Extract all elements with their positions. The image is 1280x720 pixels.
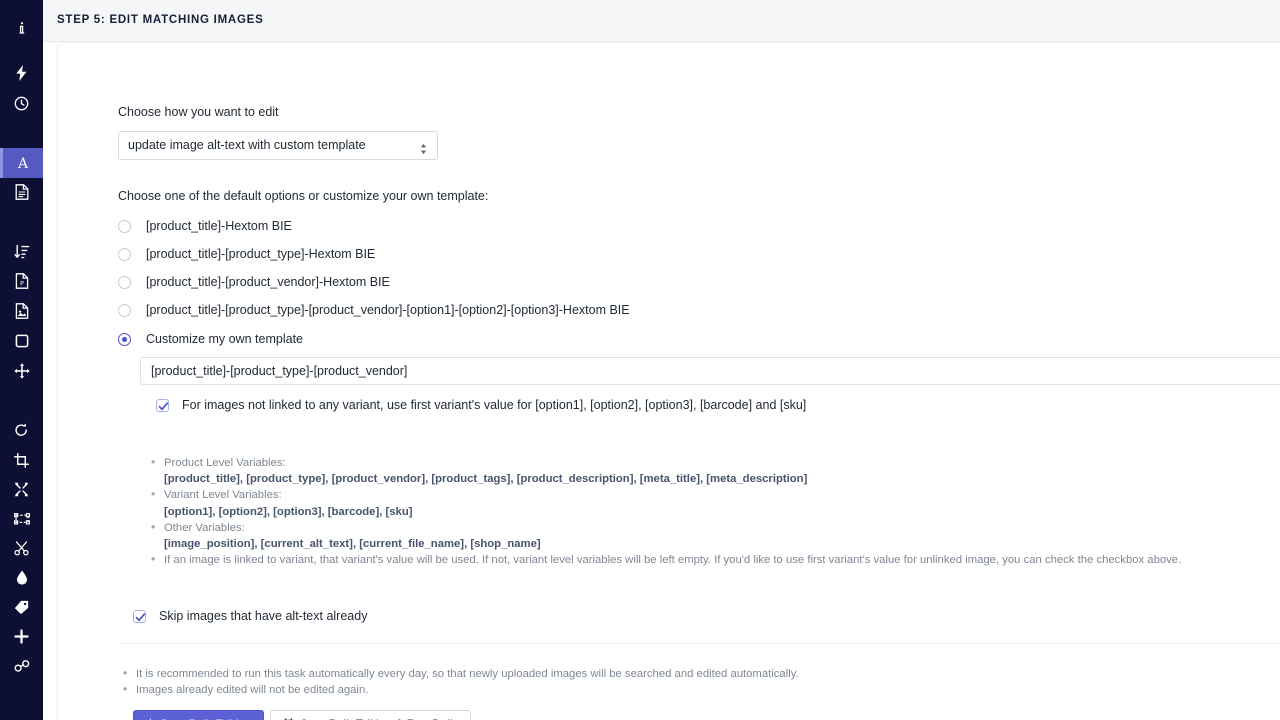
- file-pdf-icon: P: [15, 273, 29, 289]
- template-options-label: Choose one of the default options or cus…: [118, 190, 488, 203]
- first-variant-checkbox-row[interactable]: For images not linked to any variant, us…: [156, 398, 806, 412]
- main-content: STEP 5: EDIT MATCHING IMAGES Choose how …: [43, 0, 1280, 720]
- template-radio-label-3: [product_title]-[product_type]-[product_…: [146, 303, 630, 317]
- info-icon: [15, 21, 29, 35]
- sidebar-item-rotate[interactable]: [0, 416, 43, 444]
- sidebar-item-file-pdf[interactable]: P: [0, 267, 43, 295]
- edit-settings-card: Choose how you want to edit update image…: [58, 43, 1280, 720]
- lightning-icon: [15, 65, 28, 81]
- template-radio-row-0[interactable]: [product_title]-Hextom BIE: [118, 217, 292, 235]
- edit-mode-select-wrapper: update image alt-text with custom templa…: [118, 131, 438, 160]
- sidebar-item-plus[interactable]: [0, 622, 43, 650]
- variable-group-title-2: Other Variables:: [150, 520, 1270, 536]
- tag-icon: [14, 600, 29, 615]
- template-radio-label-4: Customize my own template: [146, 332, 303, 346]
- sidebar-item-expand[interactable]: [0, 475, 43, 503]
- variables-help-list: Product Level Variables:[product_title],…: [150, 455, 1270, 568]
- custom-template-input[interactable]: [140, 357, 1280, 385]
- template-radio-row-3[interactable]: [product_title]-[product_type]-[product_…: [118, 301, 630, 319]
- edit-mode-label: Choose how you want to edit: [118, 106, 279, 119]
- expand-icon: [14, 482, 29, 497]
- template-radio-3[interactable]: [118, 304, 131, 317]
- start-bulk-editing-run-daily-button[interactable]: Start Bulk Editing & Run Daily: [270, 710, 471, 720]
- sidebar-item-move[interactable]: [0, 357, 43, 385]
- rotate-icon: [14, 423, 29, 438]
- edit-mode-select-value: update image alt-text with custom templa…: [128, 138, 366, 152]
- edit-mode-select[interactable]: update image alt-text with custom templa…: [118, 131, 438, 160]
- square-icon: [15, 334, 29, 348]
- file-doc-icon: [15, 184, 29, 200]
- footer-note-1: Images already edited will not be edited…: [122, 682, 1222, 698]
- action-button-row: Start Bulk Editing Start Bulk Editing & …: [133, 710, 471, 720]
- app-root: AP STEP 5: EDIT MATCHING IMAGES Choose h…: [0, 0, 1280, 720]
- sidebar-item-tag[interactable]: [0, 593, 43, 621]
- skip-existing-checkbox[interactable]: [133, 610, 146, 623]
- transform-icon: [14, 512, 30, 526]
- sidebar-item-lightning[interactable]: [0, 59, 43, 87]
- move-icon: [14, 363, 30, 379]
- template-radio-row-1[interactable]: [product_title]-[product_type]-Hextom BI…: [118, 245, 375, 263]
- sidebar-item-file-image[interactable]: [0, 297, 43, 325]
- section-divider: [118, 643, 1280, 644]
- skip-existing-checkbox-row[interactable]: Skip images that have alt-text already: [133, 609, 367, 623]
- variable-group-vars-1: [option1], [option2], [option3], [barcod…: [150, 504, 1270, 520]
- start-bulk-editing-button[interactable]: Start Bulk Editing: [133, 710, 264, 720]
- template-radio-row-2[interactable]: [product_title]-[product_vendor]-Hextom …: [118, 273, 390, 291]
- sidebar-item-crop[interactable]: [0, 446, 43, 474]
- text-a-icon: A: [15, 155, 31, 171]
- crop-icon: [14, 453, 29, 468]
- sidebar-item-droplet[interactable]: [0, 563, 43, 591]
- template-radio-1[interactable]: [118, 248, 131, 261]
- footer-note-0: It is recommended to run this task autom…: [122, 666, 1222, 682]
- sidebar-item-sort-list[interactable]: [0, 238, 43, 266]
- file-image-icon: [15, 303, 29, 319]
- sidebar-item-transform[interactable]: [0, 505, 43, 533]
- footer-notes-list: It is recommended to run this task autom…: [122, 666, 1222, 699]
- svg-text:P: P: [20, 280, 24, 287]
- first-variant-checkbox[interactable]: [156, 399, 169, 412]
- step-header-bar: STEP 5: EDIT MATCHING IMAGES: [43, 0, 1280, 42]
- sidebar-item-clock[interactable]: [0, 89, 43, 117]
- variable-group-title-1: Variant Level Variables:: [150, 487, 1270, 503]
- sidebar-item-link[interactable]: [0, 652, 43, 680]
- sidebar-item-text-a[interactable]: A: [0, 148, 43, 178]
- template-radio-4[interactable]: [118, 333, 131, 346]
- scissors-icon: [14, 541, 29, 556]
- sort-list-icon: [14, 244, 30, 260]
- left-toolbar-sidebar: AP: [0, 0, 43, 720]
- page-title: STEP 5: EDIT MATCHING IMAGES: [57, 14, 264, 26]
- template-radio-row-4[interactable]: Customize my own template: [118, 330, 303, 348]
- template-radio-0[interactable]: [118, 220, 131, 233]
- droplet-icon: [16, 570, 28, 585]
- svg-text:A: A: [17, 156, 29, 171]
- plus-icon: [14, 629, 29, 644]
- clock-icon: [14, 96, 29, 111]
- template-radio-label-0: [product_title]-Hextom BIE: [146, 219, 292, 233]
- template-radio-2[interactable]: [118, 276, 131, 289]
- sidebar-item-info[interactable]: [0, 14, 43, 42]
- first-variant-checkbox-label: For images not linked to any variant, us…: [182, 398, 806, 412]
- link-icon: [14, 659, 30, 673]
- variable-group-title-0: Product Level Variables:: [150, 455, 1270, 471]
- variables-help-note: If an image is linked to variant, that v…: [150, 552, 1270, 568]
- skip-existing-checkbox-label: Skip images that have alt-text already: [159, 609, 367, 623]
- variable-group-vars-0: [product_title], [product_type], [produc…: [150, 471, 1270, 487]
- template-radio-label-2: [product_title]-[product_vendor]-Hextom …: [146, 275, 390, 289]
- sidebar-item-square[interactable]: [0, 327, 43, 355]
- variable-group-vars-2: [image_position], [current_alt_text], [c…: [150, 536, 1270, 552]
- chevron-updown-icon: [419, 139, 428, 153]
- template-radio-label-1: [product_title]-[product_type]-Hextom BI…: [146, 247, 375, 261]
- sidebar-item-file-doc[interactable]: [0, 178, 43, 206]
- sidebar-item-scissors[interactable]: [0, 534, 43, 562]
